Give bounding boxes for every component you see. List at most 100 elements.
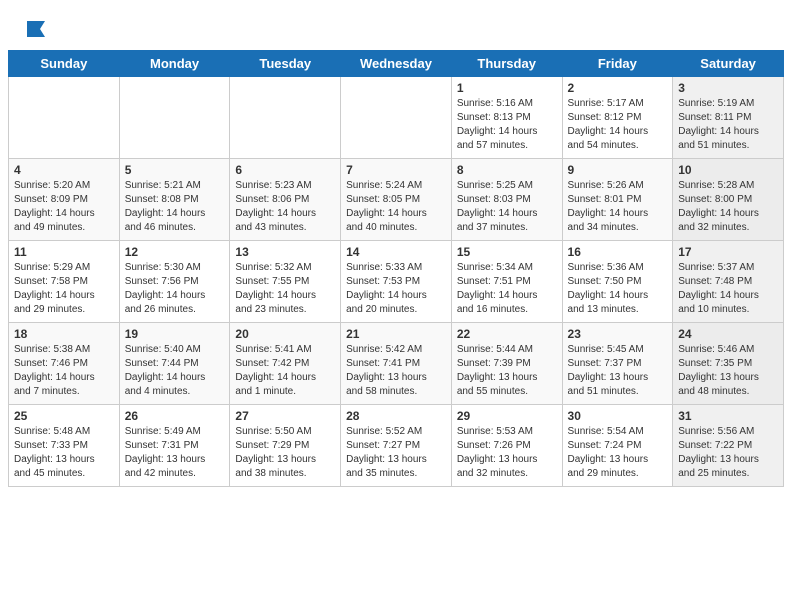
calendar-cell: 6 Sunrise: 5:23 AM Sunset: 8:06 PM Daylig…	[230, 159, 341, 241]
calendar-table: SundayMondayTuesdayWednesdayThursdayFrid…	[8, 50, 784, 487]
calendar-cell	[230, 77, 341, 159]
calendar-cell: 30 Sunrise: 5:54 AM Sunset: 7:24 PM Dayli…	[562, 405, 673, 487]
day-info: Sunrise: 5:34 AM Sunset: 7:51 PM Dayligh…	[457, 261, 557, 317]
day-number: 16	[568, 245, 668, 259]
day-number: 25	[14, 409, 114, 423]
day-info: Sunrise: 5:50 AM Sunset: 7:29 PM Dayligh…	[235, 425, 335, 481]
day-number: 27	[235, 409, 335, 423]
day-number: 22	[457, 327, 557, 341]
calendar-cell: 7 Sunrise: 5:24 AM Sunset: 8:05 PM Daylig…	[341, 159, 452, 241]
weekday-header-monday: Monday	[119, 51, 230, 77]
calendar-cell	[341, 77, 452, 159]
calendar-cell: 4 Sunrise: 5:20 AM Sunset: 8:09 PM Daylig…	[9, 159, 120, 241]
page-header	[0, 0, 792, 50]
day-number: 13	[235, 245, 335, 259]
day-number: 12	[125, 245, 225, 259]
day-info: Sunrise: 5:20 AM Sunset: 8:09 PM Dayligh…	[14, 179, 114, 235]
calendar-week-row: 4 Sunrise: 5:20 AM Sunset: 8:09 PM Daylig…	[9, 159, 784, 241]
day-info: Sunrise: 5:33 AM Sunset: 7:53 PM Dayligh…	[346, 261, 446, 317]
day-number: 11	[14, 245, 114, 259]
day-number: 19	[125, 327, 225, 341]
day-number: 1	[457, 81, 557, 95]
day-number: 23	[568, 327, 668, 341]
day-number: 4	[14, 163, 114, 177]
day-number: 7	[346, 163, 446, 177]
day-info: Sunrise: 5:29 AM Sunset: 7:58 PM Dayligh…	[14, 261, 114, 317]
calendar-cell: 5 Sunrise: 5:21 AM Sunset: 8:08 PM Daylig…	[119, 159, 230, 241]
calendar-cell: 1Sunrise: 5:16 AM Sunset: 8:13 PM Daylig…	[451, 77, 562, 159]
calendar-cell: 25 Sunrise: 5:48 AM Sunset: 7:33 PM Dayli…	[9, 405, 120, 487]
day-info: Sunrise: 5:38 AM Sunset: 7:46 PM Dayligh…	[14, 343, 114, 399]
day-info: Sunrise: 5:21 AM Sunset: 8:08 PM Dayligh…	[125, 179, 225, 235]
day-number: 9	[568, 163, 668, 177]
calendar-cell: 21 Sunrise: 5:42 AM Sunset: 7:41 PM Dayli…	[341, 323, 452, 405]
day-number: 2	[568, 81, 668, 95]
day-info: Sunrise: 5:56 AM Sunset: 7:22 PM Dayligh…	[678, 425, 778, 481]
day-number: 24	[678, 327, 778, 341]
day-info: Sunrise: 5:46 AM Sunset: 7:35 PM Dayligh…	[678, 343, 778, 399]
calendar-cell: 31 Sunrise: 5:56 AM Sunset: 7:22 PM Dayli…	[673, 405, 784, 487]
calendar-cell	[119, 77, 230, 159]
day-info: Sunrise: 5:25 AM Sunset: 8:03 PM Dayligh…	[457, 179, 557, 235]
calendar-cell: 19 Sunrise: 5:40 AM Sunset: 7:44 PM Dayli…	[119, 323, 230, 405]
day-info: Sunrise: 5:54 AM Sunset: 7:24 PM Dayligh…	[568, 425, 668, 481]
day-number: 18	[14, 327, 114, 341]
calendar-cell: 22 Sunrise: 5:44 AM Sunset: 7:39 PM Dayli…	[451, 323, 562, 405]
day-number: 28	[346, 409, 446, 423]
day-number: 21	[346, 327, 446, 341]
day-info: Sunrise: 5:24 AM Sunset: 8:05 PM Dayligh…	[346, 179, 446, 235]
weekday-header-saturday: Saturday	[673, 51, 784, 77]
day-info: Sunrise: 5:42 AM Sunset: 7:41 PM Dayligh…	[346, 343, 446, 399]
day-info: Sunrise: 5:17 AM Sunset: 8:12 PM Dayligh…	[568, 97, 668, 153]
day-info: Sunrise: 5:48 AM Sunset: 7:33 PM Dayligh…	[14, 425, 114, 481]
day-number: 6	[235, 163, 335, 177]
calendar-cell: 9 Sunrise: 5:26 AM Sunset: 8:01 PM Daylig…	[562, 159, 673, 241]
day-number: 26	[125, 409, 225, 423]
day-info: Sunrise: 5:23 AM Sunset: 8:06 PM Dayligh…	[235, 179, 335, 235]
logo-flag-icon	[25, 18, 47, 40]
day-number: 31	[678, 409, 778, 423]
weekday-header-thursday: Thursday	[451, 51, 562, 77]
day-info: Sunrise: 5:49 AM Sunset: 7:31 PM Dayligh…	[125, 425, 225, 481]
day-number: 17	[678, 245, 778, 259]
calendar-cell: 24 Sunrise: 5:46 AM Sunset: 7:35 PM Dayli…	[673, 323, 784, 405]
calendar-week-row: 1Sunrise: 5:16 AM Sunset: 8:13 PM Daylig…	[9, 77, 784, 159]
day-number: 3	[678, 81, 778, 95]
day-info: Sunrise: 5:26 AM Sunset: 8:01 PM Dayligh…	[568, 179, 668, 235]
weekday-header-wednesday: Wednesday	[341, 51, 452, 77]
day-info: Sunrise: 5:28 AM Sunset: 8:00 PM Dayligh…	[678, 179, 778, 235]
day-info: Sunrise: 5:41 AM Sunset: 7:42 PM Dayligh…	[235, 343, 335, 399]
calendar-cell	[9, 77, 120, 159]
day-number: 30	[568, 409, 668, 423]
day-info: Sunrise: 5:30 AM Sunset: 7:56 PM Dayligh…	[125, 261, 225, 317]
day-info: Sunrise: 5:44 AM Sunset: 7:39 PM Dayligh…	[457, 343, 557, 399]
weekday-header-row: SundayMondayTuesdayWednesdayThursdayFrid…	[9, 51, 784, 77]
day-info: Sunrise: 5:45 AM Sunset: 7:37 PM Dayligh…	[568, 343, 668, 399]
calendar-cell: 20 Sunrise: 5:41 AM Sunset: 7:42 PM Dayli…	[230, 323, 341, 405]
calendar-cell: 11 Sunrise: 5:29 AM Sunset: 7:58 PM Dayli…	[9, 241, 120, 323]
weekday-header-tuesday: Tuesday	[230, 51, 341, 77]
day-number: 14	[346, 245, 446, 259]
calendar-cell: 14 Sunrise: 5:33 AM Sunset: 7:53 PM Dayli…	[341, 241, 452, 323]
day-info: Sunrise: 5:52 AM Sunset: 7:27 PM Dayligh…	[346, 425, 446, 481]
calendar-cell: 15 Sunrise: 5:34 AM Sunset: 7:51 PM Dayli…	[451, 241, 562, 323]
calendar-cell: 10Sunrise: 5:28 AM Sunset: 8:00 PM Dayli…	[673, 159, 784, 241]
day-number: 15	[457, 245, 557, 259]
calendar-cell: 26 Sunrise: 5:49 AM Sunset: 7:31 PM Dayli…	[119, 405, 230, 487]
calendar-cell: 27 Sunrise: 5:50 AM Sunset: 7:29 PM Dayli…	[230, 405, 341, 487]
day-number: 5	[125, 163, 225, 177]
day-number: 29	[457, 409, 557, 423]
calendar-cell: 3 Sunrise: 5:19 AM Sunset: 8:11 PM Daylig…	[673, 77, 784, 159]
logo	[24, 18, 49, 40]
day-number: 8	[457, 163, 557, 177]
day-number: 20	[235, 327, 335, 341]
calendar-cell: 13 Sunrise: 5:32 AM Sunset: 7:55 PM Dayli…	[230, 241, 341, 323]
day-info: Sunrise: 5:40 AM Sunset: 7:44 PM Dayligh…	[125, 343, 225, 399]
day-info: Sunrise: 5:32 AM Sunset: 7:55 PM Dayligh…	[235, 261, 335, 317]
calendar-cell: 28 Sunrise: 5:52 AM Sunset: 7:27 PM Dayli…	[341, 405, 452, 487]
calendar-cell: 8 Sunrise: 5:25 AM Sunset: 8:03 PM Daylig…	[451, 159, 562, 241]
day-info: Sunrise: 5:19 AM Sunset: 8:11 PM Dayligh…	[678, 97, 778, 153]
calendar-week-row: 11 Sunrise: 5:29 AM Sunset: 7:58 PM Dayli…	[9, 241, 784, 323]
calendar-cell: 2 Sunrise: 5:17 AM Sunset: 8:12 PM Daylig…	[562, 77, 673, 159]
calendar-cell: 29Sunrise: 5:53 AM Sunset: 7:26 PM Dayli…	[451, 405, 562, 487]
